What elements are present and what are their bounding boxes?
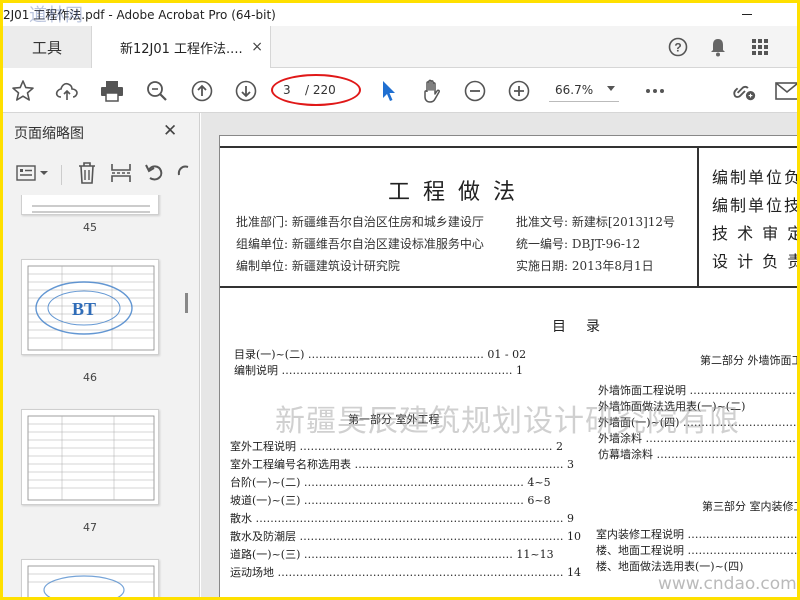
chevron-down-icon [607,86,615,91]
trash-icon[interactable] [75,161,99,185]
red-highlight-ellipse [271,74,361,106]
toolbar-divider [61,165,62,185]
panel-scrollbar-thumb[interactable] [185,293,188,313]
svg-text:?: ? [674,41,681,55]
corner-watermark: 道林网 [29,5,83,26]
compiling-unit: 组编单位: 新疆维吾尔自治区建设标准服务中心 [236,237,484,251]
toc-entry: 散水及防潮层 ……………………………………………………………… 10 [230,530,581,543]
zoom-in-icon[interactable] [507,79,531,103]
toc-entry: 目录(一)~(二) ………………………………………… 01 - 02 [234,348,527,361]
thumbnail-label: 46 [83,371,97,384]
part3-heading: 第三部分 室内装修工 [702,500,797,513]
thumbnail-panel: 页面缩略图 ✕ 45 BT 46 47 [3,113,200,597]
page-number-field[interactable]: 3 / 220 [271,74,361,106]
site-watermark: www.cndao.com [658,574,797,594]
panel-title: 页面缩略图 [14,126,84,142]
unified-number: 统一编号: DBJT-96-12 [516,237,641,251]
panel-toolbar [3,153,199,195]
print-icon[interactable] [100,79,124,103]
effective-date: 实施日期: 2013年8月1日 [516,259,654,273]
main-toolbar: 3 / 220 66.7% [3,68,797,113]
pdf-page: 工程做法 批准部门: 新疆维吾尔自治区住房和城乡建设厅 组编单位: 新疆维吾尔自… [219,135,797,597]
insert-page-icon[interactable] [109,161,133,185]
right-block-line: 编制单位技术 [712,196,797,215]
toc-entry: 道路(一)~(三) ………………………………………………… 11~13 [230,548,554,561]
thumbnail-page-46[interactable]: BT [21,259,159,355]
toc-entry: 坡道(一)~(三) …………………………………………………… 6~8 [230,494,551,507]
toc-entry: 台阶(一)~(二) …………………………………………………… 4~5 [230,476,551,489]
part2-heading: 第二部分 外墙饰面工 [700,354,797,367]
editing-unit: 编制单位: 新疆建筑设计研究院 [236,259,400,273]
rotate-left-icon[interactable] [143,161,167,185]
zoom-search-icon[interactable] [145,79,169,103]
thumbnail-list: 45 BT 46 47 [3,195,199,597]
title-bar: 2J01 工程作法.pdf - Adobe Acrobat Pro (64-bi… [3,3,797,26]
toc-entry: 仿幕墙涂料 ……………………………………………………… [598,448,797,461]
page-up-icon[interactable] [190,79,214,103]
share-link-icon[interactable] [733,79,757,103]
toc-entry: 散水 ………………………………………………………………………… 9 [230,512,574,525]
app-window: 2J01 工程作法.pdf - Adobe Acrobat Pro (64-bi… [3,3,797,597]
options-menu-icon[interactable] [15,161,51,185]
toc-entry: 室外工程编号名称选用表 ………………………………………………… 3 [230,458,574,471]
title-block-divider [697,148,699,286]
thumbnail-page-48[interactable] [21,559,159,597]
toc-entry: 楼、地面工程说明 ……………………………………………… [596,544,797,557]
toc-entry: 室内装修工程说明 ……………………………………………… [596,528,797,541]
toc-entry: 编制说明 ……………………………………………………… 1 [234,364,523,377]
thumbnail-label: 45 [83,221,97,234]
tab-document-label: 新12J01 工程作法.... [120,41,243,57]
thumbnail-page-47[interactable] [21,409,159,505]
close-panel-icon[interactable]: ✕ [163,121,177,141]
cloud-upload-icon[interactable] [55,79,79,103]
bookmark-star-icon[interactable] [11,79,35,103]
select-pointer-icon[interactable] [377,79,401,103]
tab-bar: 工具 新12J01 工程作法.... × ? [3,26,797,68]
rotate-right-icon[interactable] [173,161,197,185]
zoom-level-value: 66.7% [555,83,594,97]
minimize-button[interactable] [737,5,757,23]
close-tab-icon[interactable]: × [251,39,263,55]
right-block-line: 编制单位负 [712,168,797,187]
email-icon[interactable] [775,79,797,103]
title-block: 工程做法 批准部门: 新疆维吾尔自治区住房和城乡建设厅 组编单位: 新疆维吾尔自… [220,146,797,288]
zoom-level-select[interactable]: 66.7% [549,80,619,102]
tab-document[interactable]: 新12J01 工程作法.... × [91,26,271,68]
approval-dept: 批准部门: 新疆维吾尔自治区住房和城乡建设厅 [236,215,484,229]
right-block-line: 设 计 负 责 [712,252,797,271]
company-watermark: 新疆昊辰建筑规划设计研究院有限 [275,404,740,439]
document-view: 工程做法 批准部门: 新疆维吾尔自治区住房和城乡建设厅 组编单位: 新疆维吾尔自… [201,113,797,597]
thumbnail-label: 47 [83,521,97,534]
help-icon[interactable]: ? [667,36,689,58]
toc-title: 目录 [552,319,620,335]
hand-tool-icon[interactable] [420,79,444,103]
thumbnail-page-45[interactable] [21,195,159,215]
toc-entry: 运动场地 …………………………………………………………………… 14 [230,566,581,579]
toc-entry: 室外工程说明 …………………………………………………………… 2 [230,440,563,453]
toc-entry: 楼、地面做法选用表(一)~(四) [596,560,744,573]
apps-grid-icon[interactable] [749,36,771,58]
zoom-out-icon[interactable] [463,79,487,103]
bell-icon[interactable] [707,36,729,58]
page-down-icon[interactable] [234,79,258,103]
right-block-line: 技 术 审 定 [712,224,797,243]
approval-number: 批准文号: 新建标[2013]12号 [516,215,676,229]
more-options-icon[interactable] [643,79,667,103]
tab-tools[interactable]: 工具 [3,26,91,68]
document-heading: 工程做法 [388,180,529,205]
stamp-text: BT [72,299,96,319]
